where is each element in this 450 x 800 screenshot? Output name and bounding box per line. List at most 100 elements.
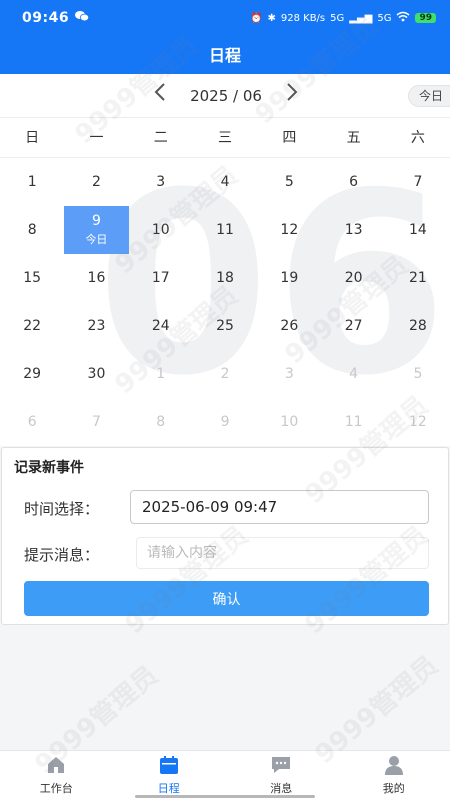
day-number: 30 <box>87 366 106 382</box>
day-cell[interactable]: 25 <box>193 302 257 350</box>
wifi-icon <box>396 11 410 25</box>
day-number: 2 <box>91 174 101 190</box>
day-cell[interactable]: 17 <box>129 254 193 302</box>
day-cell[interactable]: 4 <box>193 158 257 206</box>
day-cell[interactable]: 20 <box>321 254 385 302</box>
day-cell[interactable]: 26 <box>257 302 321 350</box>
day-cell[interactable]: 27 <box>321 302 385 350</box>
day-number: 10 <box>151 222 170 238</box>
signal-icon: ▂▄▆ <box>349 12 373 24</box>
chevron-left-icon <box>154 83 165 101</box>
day-cell[interactable]: 21 <box>386 254 450 302</box>
day-cell[interactable]: 15 <box>0 254 64 302</box>
day-cell[interactable]: 11 <box>321 398 385 446</box>
day-cell[interactable]: 1 <box>129 350 193 398</box>
day-number: 25 <box>216 318 234 334</box>
tab-profile[interactable]: 我的 <box>338 751 450 800</box>
day-cell[interactable]: 3 <box>257 350 321 398</box>
event-form-title: 记录新事件 <box>14 460 84 476</box>
day-number: 12 <box>280 222 299 238</box>
day-cell[interactable]: 6 <box>0 398 64 446</box>
day-number: 2 <box>220 366 230 382</box>
day-cell[interactable]: 11 <box>193 206 257 254</box>
day-number: 3 <box>156 174 166 190</box>
day-number: 7 <box>413 174 423 190</box>
day-number: 23 <box>87 318 106 334</box>
day-cell[interactable]: 8 <box>129 398 193 446</box>
day-number: 10 <box>280 414 299 430</box>
day-cell[interactable]: 28 <box>386 302 450 350</box>
day-cell-selected[interactable]: 9 今日 <box>64 206 129 254</box>
day-number: 16 <box>87 270 106 286</box>
day-number: 11 <box>344 414 363 430</box>
day-cell[interactable]: 12 <box>257 206 321 254</box>
day-cell[interactable]: 24 <box>129 302 193 350</box>
weekday-label: 日 <box>25 130 40 146</box>
prev-month-button[interactable] <box>148 82 172 108</box>
message-label: 提示消息： <box>24 546 100 564</box>
day-number: 4 <box>349 366 359 382</box>
day-cell[interactable]: 12 <box>386 398 450 446</box>
network-speed: 928 KB/s <box>280 12 326 24</box>
user-icon <box>383 755 405 780</box>
bluetooth-icon: ✱ <box>267 12 276 24</box>
day-number: 9 <box>91 213 101 229</box>
day-cell[interactable]: 29 <box>0 350 64 398</box>
message-input[interactable] <box>136 537 429 569</box>
tab-label: 日程 <box>157 782 180 795</box>
weekday-label: 四 <box>282 130 297 146</box>
day-cell[interactable]: 8 <box>0 206 64 254</box>
day-number: 6 <box>349 174 359 190</box>
day-cell[interactable]: 4 <box>321 350 385 398</box>
day-cell[interactable]: 22 <box>0 302 64 350</box>
alarm-icon: ⏰ <box>250 12 263 24</box>
tab-workbench[interactable]: 工作台 <box>0 751 113 800</box>
day-cell[interactable]: 19 <box>257 254 321 302</box>
day-cell[interactable]: 2 <box>193 350 257 398</box>
day-number: 17 <box>151 270 170 286</box>
day-cell[interactable]: 5 <box>386 350 450 398</box>
chevron-right-icon <box>287 83 298 101</box>
home-indicator <box>135 795 315 798</box>
weekday-label: 二 <box>153 130 168 146</box>
today-marker: 今日 <box>85 233 108 246</box>
day-number: 18 <box>216 270 234 286</box>
weekday-label: 三 <box>218 130 233 146</box>
day-number: 5 <box>284 174 294 190</box>
day-cell[interactable]: 13 <box>321 206 385 254</box>
tab-label: 我的 <box>382 782 405 795</box>
status-bar: 09:46 ⏰ ✱ 928 KB/s 5G ▂▄▆ 5G 99 <box>0 0 450 36</box>
day-cell[interactable]: 7 <box>64 398 128 446</box>
day-cell[interactable]: 7 <box>386 158 450 206</box>
day-cell[interactable]: 9 <box>193 398 257 446</box>
day-cell[interactable]: 14 <box>386 206 450 254</box>
day-number: 21 <box>409 270 427 286</box>
app-header: 09:46 ⏰ ✱ 928 KB/s 5G ▂▄▆ 5G 99 日程 <box>0 0 450 74</box>
tab-messages[interactable]: 消息 <box>225 751 338 800</box>
day-cell[interactable]: 6 <box>321 158 385 206</box>
day-cell[interactable]: 10 <box>129 206 193 254</box>
weekday-label: 六 <box>410 130 425 146</box>
month-label: 2025 / 06 <box>190 87 262 105</box>
tab-schedule[interactable]: 日程 <box>113 751 226 800</box>
next-month-button[interactable] <box>280 82 304 108</box>
day-cell[interactable]: 2 <box>64 158 128 206</box>
day-cell[interactable]: 30 <box>64 350 128 398</box>
weekday-label: 五 <box>346 130 361 146</box>
day-cell[interactable]: 18 <box>193 254 257 302</box>
day-number: 8 <box>27 222 37 238</box>
day-cell[interactable]: 10 <box>257 398 321 446</box>
confirm-button[interactable]: 确认 <box>24 581 429 616</box>
day-number: 1 <box>27 174 37 190</box>
day-number: 28 <box>409 318 427 334</box>
day-number: 12 <box>409 414 427 430</box>
time-picker-input[interactable] <box>130 490 429 524</box>
day-cell[interactable]: 3 <box>129 158 193 206</box>
day-cell[interactable]: 23 <box>64 302 128 350</box>
calendar: 06 2025 / 06 今日 日一二三四五六 1 2 3 4 5 6 7 8 9 今日 10 11 1… <box>0 74 450 446</box>
day-cell[interactable]: 1 <box>0 158 64 206</box>
today-button[interactable]: 今日 <box>408 85 450 107</box>
day-number: 22 <box>23 318 42 334</box>
day-cell[interactable]: 5 <box>257 158 321 206</box>
day-cell[interactable]: 16 <box>64 254 128 302</box>
